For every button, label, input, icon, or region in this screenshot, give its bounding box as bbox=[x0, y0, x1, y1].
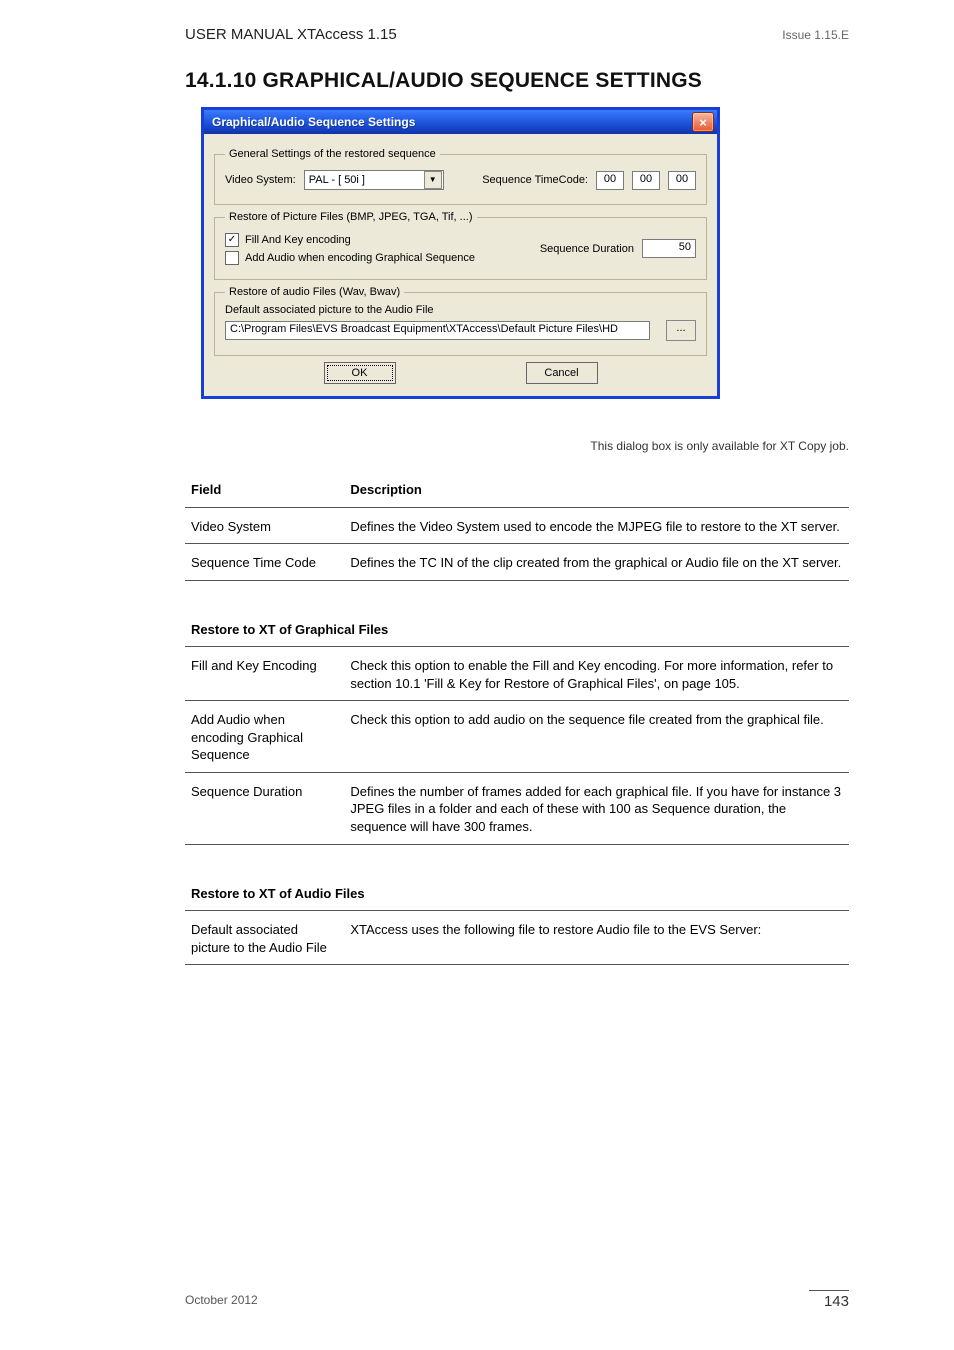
checkbox-unchecked-icon bbox=[225, 251, 239, 265]
chevron-down-icon[interactable]: ▼ bbox=[424, 171, 442, 189]
sequence-duration-input[interactable]: 50 bbox=[642, 239, 696, 258]
table-row: Sequence Duration Defines the number of … bbox=[185, 772, 849, 844]
fill-key-label: Fill And Key encoding bbox=[245, 234, 351, 246]
add-audio-label: Add Audio when encoding Graphical Sequen… bbox=[245, 252, 475, 264]
tc-ss-input[interactable]: 00 bbox=[668, 171, 696, 190]
table-row: Fill and Key Encoding Check this option … bbox=[185, 647, 849, 701]
tc-hh-input[interactable]: 00 bbox=[596, 171, 624, 190]
fill-key-checkbox[interactable]: ✓ Fill And Key encoding bbox=[225, 233, 351, 247]
close-button[interactable]: × bbox=[692, 112, 714, 132]
group-audio-legend: Restore of audio Files (Wav, Bwav) bbox=[225, 286, 404, 298]
table-row: Sequence Time Code Defines the TC IN of … bbox=[185, 544, 849, 581]
group-general: General Settings of the restored sequenc… bbox=[214, 148, 707, 205]
add-audio-checkbox[interactable]: Add Audio when encoding Graphical Sequen… bbox=[225, 251, 475, 265]
glossary-table-1: Field Description Video System Defines t… bbox=[185, 463, 849, 581]
browse-button[interactable]: ... bbox=[666, 320, 696, 341]
video-system-label: Video System: bbox=[225, 174, 296, 186]
page-footer: October 2012 143 bbox=[185, 1290, 849, 1310]
page-number: 143 bbox=[809, 1290, 849, 1310]
group-audio: Restore of audio Files (Wav, Bwav) Defau… bbox=[214, 286, 707, 356]
section-title: 14.1.10 GRAPHICAL/AUDIO SEQUENCE SETTING… bbox=[185, 69, 849, 93]
group-general-legend: General Settings of the restored sequenc… bbox=[225, 148, 440, 160]
table-row: Default associated picture to the Audio … bbox=[185, 911, 849, 965]
table-row: Add Audio when encoding Graphical Sequen… bbox=[185, 701, 849, 773]
group-picture: Restore of Picture Files (BMP, JPEG, TGA… bbox=[214, 211, 707, 280]
sequence-tc-label: Sequence TimeCode: bbox=[482, 174, 588, 186]
settings-dialog: Graphical/Audio Sequence Settings × Gene… bbox=[201, 107, 720, 399]
th-field: Field bbox=[185, 463, 344, 507]
issue-label: Issue 1.15.E bbox=[782, 28, 849, 42]
default-picture-path-input[interactable]: C:\Program Files\EVS Broadcast Equipment… bbox=[225, 321, 650, 340]
group-title-audio: Restore to XT of Audio Files bbox=[185, 867, 849, 911]
video-system-combo[interactable]: PAL - [ 50i ] ▼ bbox=[304, 170, 444, 190]
default-picture-label: Default associated picture to the Audio … bbox=[225, 304, 696, 316]
footer-date: October 2012 bbox=[185, 1293, 258, 1307]
doc-category: USER MANUAL XTAccess 1.15 bbox=[185, 26, 397, 43]
table-row: Video System Defines the Video System us… bbox=[185, 507, 849, 544]
group-title-graphical: Restore to XT of Graphical Files bbox=[185, 603, 849, 647]
section-note: This dialog box is only available for XT… bbox=[185, 439, 849, 453]
checkbox-checked-icon: ✓ bbox=[225, 233, 239, 247]
dialog-titlebar: Graphical/Audio Sequence Settings × bbox=[204, 110, 717, 134]
sequence-duration-label: Sequence Duration bbox=[540, 243, 634, 255]
dialog-title: Graphical/Audio Sequence Settings bbox=[212, 115, 415, 129]
group-picture-legend: Restore of Picture Files (BMP, JPEG, TGA… bbox=[225, 211, 477, 223]
video-system-value: PAL - [ 50i ] bbox=[305, 174, 423, 186]
ok-button[interactable]: OK bbox=[324, 362, 396, 384]
cancel-button[interactable]: Cancel bbox=[526, 362, 598, 384]
th-desc: Description bbox=[344, 463, 849, 507]
glossary-table-3: Restore to XT of Audio Files Default ass… bbox=[185, 867, 849, 966]
glossary-table-2: Restore to XT of Graphical Files Fill an… bbox=[185, 603, 849, 845]
tc-mm-input[interactable]: 00 bbox=[632, 171, 660, 190]
